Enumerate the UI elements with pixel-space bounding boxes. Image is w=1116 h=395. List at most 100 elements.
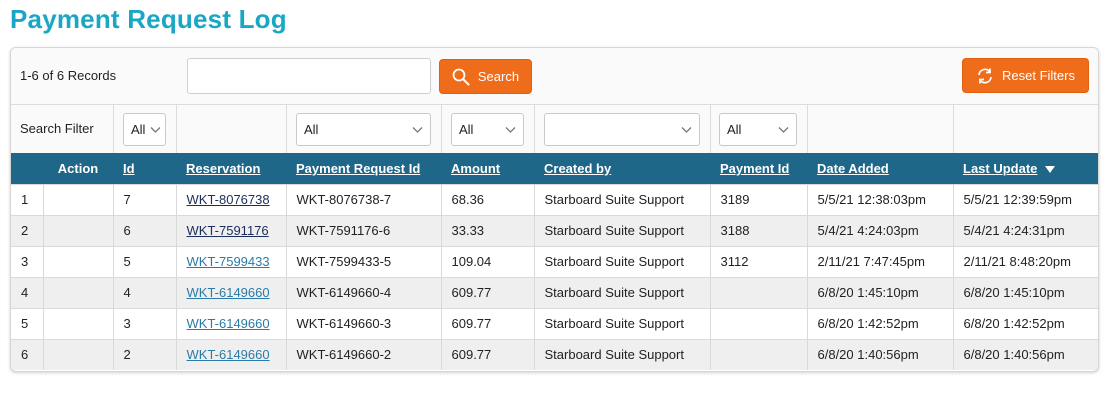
payment-request-table: Action Id Reservation Payment Request Id… (11, 153, 1098, 370)
created-by-cell: Starboard Suite Support (534, 183, 711, 215)
payment-request-id-cell: WKT-7599433-5 (286, 245, 442, 277)
search-button-label: Search (477, 69, 520, 84)
reservation-cell: WKT-7591176 (176, 214, 287, 246)
reservation-cell: WKT-8076738 (176, 183, 287, 215)
amount-cell: 609.77 (441, 338, 535, 370)
search-button[interactable]: Search (439, 59, 532, 94)
action-cell[interactable] (43, 214, 114, 246)
column-header-last-update-label: Last Update (963, 160, 1038, 176)
table-row: 3 5 WKT-7599433 WKT-7599433-5 109.04 Starboar… (11, 245, 1098, 277)
chevron-down-icon (681, 127, 692, 133)
column-header-last-update[interactable]: Last Update (953, 153, 1098, 184)
filter-row: Search Filter All All All All (11, 105, 1098, 153)
reservation-link[interactable]: WKT-7599433 (187, 254, 270, 269)
column-divider (286, 105, 287, 153)
table-row: 1 7 WKT-8076738 WKT-8076738-7 68.36 Starboard… (11, 183, 1098, 215)
date-added-cell: 6/8/20 1:45:10pm (807, 276, 954, 308)
table-body: 1 7 WKT-8076738 WKT-8076738-7 68.36 Starboard… (11, 183, 1098, 370)
id-cell: 4 (113, 276, 177, 308)
amount-cell: 609.77 (441, 307, 535, 339)
date-added-cell: 6/8/20 1:40:56pm (807, 338, 954, 370)
search-icon (452, 68, 470, 86)
amount-filter-select[interactable]: All (451, 113, 524, 146)
payment-request-id-cell: WKT-8076738-7 (286, 183, 442, 215)
payment-id-cell (710, 338, 808, 370)
amount-cell: 609.77 (441, 276, 535, 308)
column-header-payment-request-id[interactable]: Payment Request Id (286, 153, 441, 184)
payment-id-cell (710, 276, 808, 308)
id-cell: 5 (113, 245, 177, 277)
created-by-cell: Starboard Suite Support (534, 276, 711, 308)
payment-id-filter-select[interactable]: All (719, 113, 797, 146)
column-header-reservation[interactable]: Reservation (176, 153, 286, 184)
action-cell[interactable] (43, 183, 114, 215)
action-cell[interactable] (43, 338, 114, 370)
last-update-cell: 2/11/21 8:48:20pm (953, 245, 1098, 277)
id-filter-value: All (131, 122, 146, 137)
id-cell: 3 (113, 307, 177, 339)
date-added-cell: 5/4/21 4:24:03pm (807, 214, 954, 246)
reset-filters-label: Reset Filters (1002, 68, 1075, 83)
toolbar: 1-6 of 6 Records Search Reset Filters (11, 48, 1098, 105)
chevron-down-icon (778, 127, 789, 133)
reservation-link[interactable]: WKT-6149660 (187, 347, 270, 362)
row-number-cell: 4 (11, 276, 44, 308)
refresh-icon (976, 67, 994, 85)
payment-request-id-filter-value: All (304, 122, 319, 137)
column-header-payment-id[interactable]: Payment Id (710, 153, 807, 184)
column-header-created-by[interactable]: Created by (534, 153, 710, 184)
payment-request-panel: 1-6 of 6 Records Search Reset Filters Se… (10, 47, 1099, 372)
chevron-down-icon (412, 127, 423, 133)
reservation-cell: WKT-6149660 (176, 307, 287, 339)
reservation-link[interactable]: WKT-8076738 (187, 192, 270, 207)
chevron-down-icon (505, 127, 516, 133)
reservation-cell: WKT-6149660 (176, 338, 287, 370)
payment-id-filter-value: All (727, 122, 742, 137)
table-row: 5 3 WKT-6149660 WKT-6149660-3 609.77 Starboar… (11, 307, 1098, 339)
id-cell: 6 (113, 214, 177, 246)
payment-id-cell (710, 307, 808, 339)
search-input[interactable] (187, 58, 431, 94)
table-row: 6 2 WKT-6149660 WKT-6149660-2 609.77 Starboar… (11, 338, 1098, 370)
payment-request-id-cell: WKT-7591176-6 (286, 214, 442, 246)
id-filter-select[interactable]: All (123, 113, 166, 146)
page-title: Payment Request Log (10, 4, 287, 34)
column-divider (534, 105, 535, 153)
action-cell[interactable] (43, 276, 114, 308)
reservation-link[interactable]: WKT-7591176 (187, 223, 269, 238)
sort-desc-icon (1045, 165, 1056, 173)
column-divider (113, 105, 114, 153)
table-header-row: Action Id Reservation Payment Request Id… (11, 153, 1098, 184)
row-number-cell: 5 (11, 307, 44, 339)
row-number-cell: 6 (11, 338, 44, 370)
column-header-row-number (11, 153, 43, 184)
row-number-cell: 2 (11, 214, 44, 246)
last-update-cell: 6/8/20 1:42:52pm (953, 307, 1098, 339)
action-cell[interactable] (43, 307, 114, 339)
created-by-cell: Starboard Suite Support (534, 307, 711, 339)
action-cell[interactable] (43, 245, 114, 277)
reset-filters-button[interactable]: Reset Filters (962, 58, 1089, 93)
created-by-filter-select[interactable] (544, 113, 700, 146)
column-divider (710, 105, 711, 153)
reservation-cell: WKT-6149660 (176, 276, 287, 308)
reservation-cell: WKT-7599433 (176, 245, 287, 277)
column-header-amount[interactable]: Amount (441, 153, 534, 184)
reservation-link[interactable]: WKT-6149660 (187, 285, 270, 300)
amount-filter-value: All (459, 122, 474, 137)
payment-request-id-filter-select[interactable]: All (296, 113, 431, 146)
payment-id-cell: 3188 (710, 214, 808, 246)
id-cell: 2 (113, 338, 177, 370)
search-filter-label: Search Filter (20, 121, 94, 136)
date-added-cell: 6/8/20 1:42:52pm (807, 307, 954, 339)
payment-request-id-cell: WKT-6149660-4 (286, 276, 442, 308)
created-by-cell: Starboard Suite Support (534, 338, 711, 370)
column-divider (176, 105, 177, 153)
column-header-id[interactable]: Id (113, 153, 176, 184)
last-update-cell: 6/8/20 1:40:56pm (953, 338, 1098, 370)
last-update-cell: 6/8/20 1:45:10pm (953, 276, 1098, 308)
date-added-cell: 2/11/21 7:47:45pm (807, 245, 954, 277)
column-header-date-added[interactable]: Date Added (807, 153, 953, 184)
reservation-link[interactable]: WKT-6149660 (187, 316, 270, 331)
id-cell: 7 (113, 183, 177, 215)
